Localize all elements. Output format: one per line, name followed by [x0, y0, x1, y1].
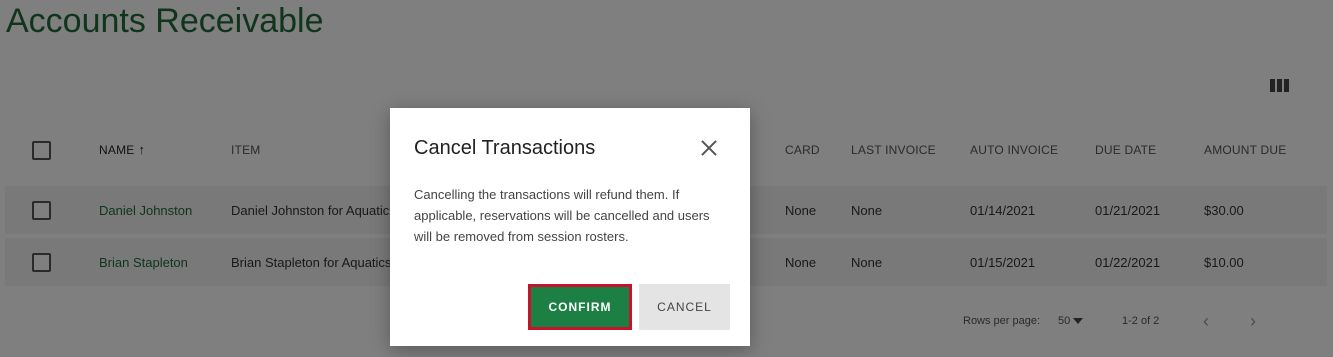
cancel-transactions-dialog: Cancel Transactions Cancelling the trans…	[390, 108, 750, 346]
confirm-button[interactable]: CONFIRM	[528, 284, 632, 330]
close-icon[interactable]	[700, 139, 718, 157]
dialog-message: Cancelling the transactions will refund …	[414, 187, 710, 244]
cancel-button[interactable]: CANCEL	[639, 284, 730, 330]
dialog-title: Cancel Transactions	[414, 137, 596, 159]
